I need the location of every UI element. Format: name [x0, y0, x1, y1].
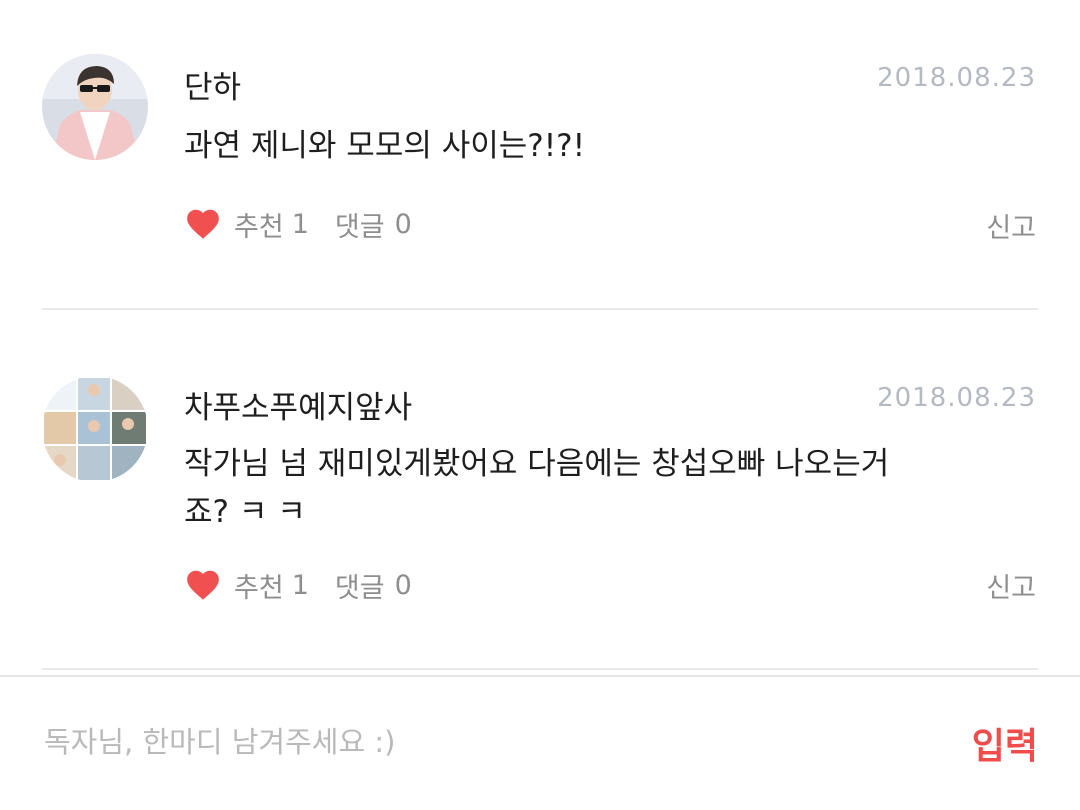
username[interactable]: 단하: [184, 62, 241, 107]
comment-date: 2018.08.23: [877, 63, 1036, 93]
photo-collage-icon: [42, 376, 148, 482]
heart-icon[interactable]: [184, 566, 222, 604]
comment-actions: 추천 1 댓글 0: [184, 202, 412, 246]
like-label[interactable]: 추천: [234, 566, 284, 605]
comment-input[interactable]: [44, 717, 904, 767]
comment-text: 과연 제니와 모모의 사이는?!?!: [184, 128, 586, 164]
reply-count: 0: [394, 569, 412, 601]
report-button[interactable]: 신고: [986, 206, 1036, 245]
submit-button[interactable]: 입력: [972, 717, 1038, 769]
avatar[interactable]: [42, 376, 148, 482]
username[interactable]: 차푸소푸예지앞사: [184, 382, 412, 427]
divider: [42, 308, 1038, 310]
like-count: 1: [291, 208, 309, 240]
heart-icon[interactable]: [184, 205, 222, 243]
comment-item: 단하 2018.08.23 과연 제니와 모모의 사이는?!?! 추천 1 댓글…: [0, 0, 1080, 310]
reply-count: 0: [394, 208, 412, 240]
comment-item: 차푸소푸예지앞사 2018.08.23 작가님 넘 재미있게봤어요 다음에는 창…: [0, 312, 1080, 670]
comment-actions: 추천 1 댓글 0: [184, 563, 412, 607]
comment-input-bar: 입력: [0, 675, 1080, 810]
profile-photo-icon: [42, 54, 148, 160]
report-button[interactable]: 신고: [986, 566, 1036, 605]
comment-text: 작가님 넘 재미있게봤어요 다음에는 창섭오빠 나오는거죠? ㅋ ㅋ: [184, 446, 890, 530]
reply-label[interactable]: 댓글: [335, 566, 385, 605]
reply-label[interactable]: 댓글: [335, 205, 385, 244]
avatar[interactable]: [42, 54, 148, 160]
comment-date: 2018.08.23: [877, 383, 1036, 413]
divider: [42, 668, 1038, 670]
like-count: 1: [291, 569, 309, 601]
like-label[interactable]: 추천: [234, 205, 284, 244]
